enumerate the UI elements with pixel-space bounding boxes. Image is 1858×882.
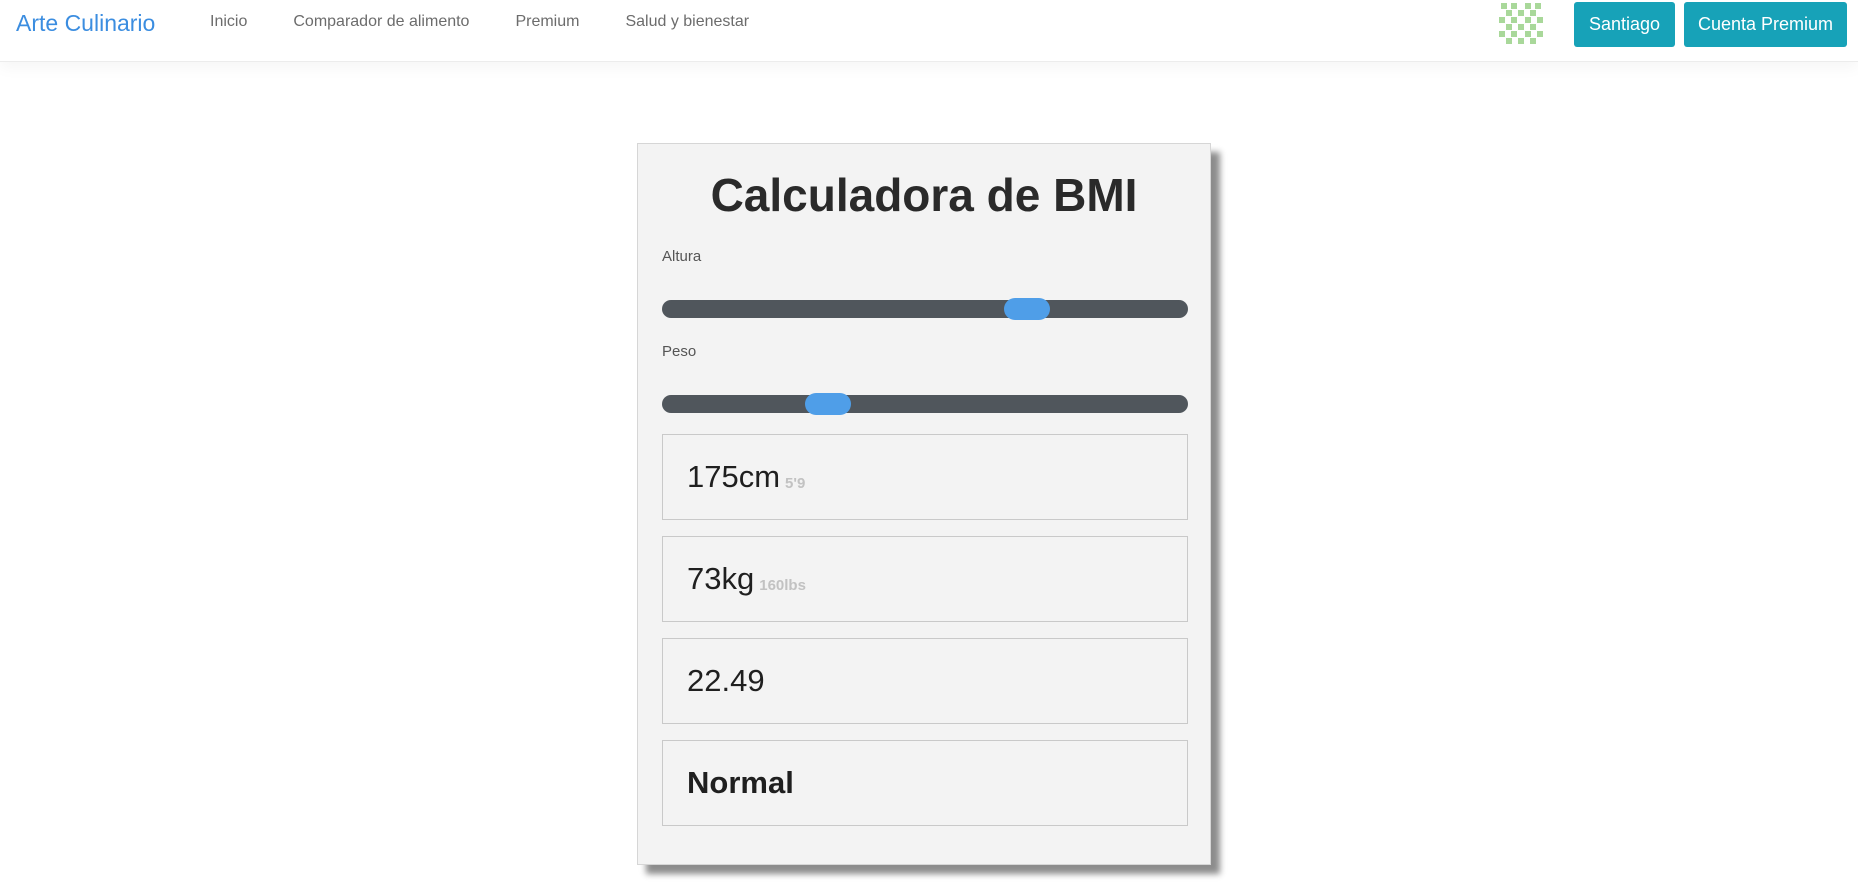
bmi-result-box: 22.49 [662,638,1188,724]
weight-imperial-value: 160lbs [759,576,806,594]
user-avatar-identicon[interactable] [1497,1,1545,47]
nav-link-inicio[interactable]: Inicio [210,13,247,31]
calculator-title: Calculadora de BMI [710,169,1138,221]
nav-link-comparador[interactable]: Comparador de alimento [293,13,469,31]
weight-slider[interactable] [662,393,1188,415]
identicon-icon [1497,1,1545,47]
bmi-category: Normal [687,765,794,800]
height-slider-thumb[interactable] [1004,298,1051,320]
nav-links: Inicio Comparador de alimento Premium Sa… [210,13,795,31]
height-result-box: 175cm 5'9 [662,434,1188,520]
bmi-calculator-card: Calculadora de BMI Altura Peso 175cm 5'9… [637,143,1211,865]
bmi-value: 22.49 [687,663,765,698]
nav-link-salud[interactable]: Salud y bienestar [625,13,749,31]
weight-slider-thumb[interactable] [804,393,851,415]
weight-label: Peso [662,343,697,360]
height-value: 175cm [687,459,781,494]
weight-result-box: 73kg 160lbs [662,536,1188,622]
weight-value: 73kg [687,561,755,596]
nav-link-premium[interactable]: Premium [515,13,579,31]
height-label: Altura [662,248,702,265]
brand-link[interactable]: Arte Culinario [16,10,155,37]
bmi-category-box: Normal [662,740,1188,826]
premium-account-button[interactable]: Cuenta Premium [1684,2,1847,47]
top-navbar: Arte Culinario Inicio Comparador de alim… [0,0,1858,62]
height-slider[interactable] [662,298,1188,320]
user-button[interactable]: Santiago [1574,2,1675,47]
height-imperial-value: 5'9 [785,474,806,492]
